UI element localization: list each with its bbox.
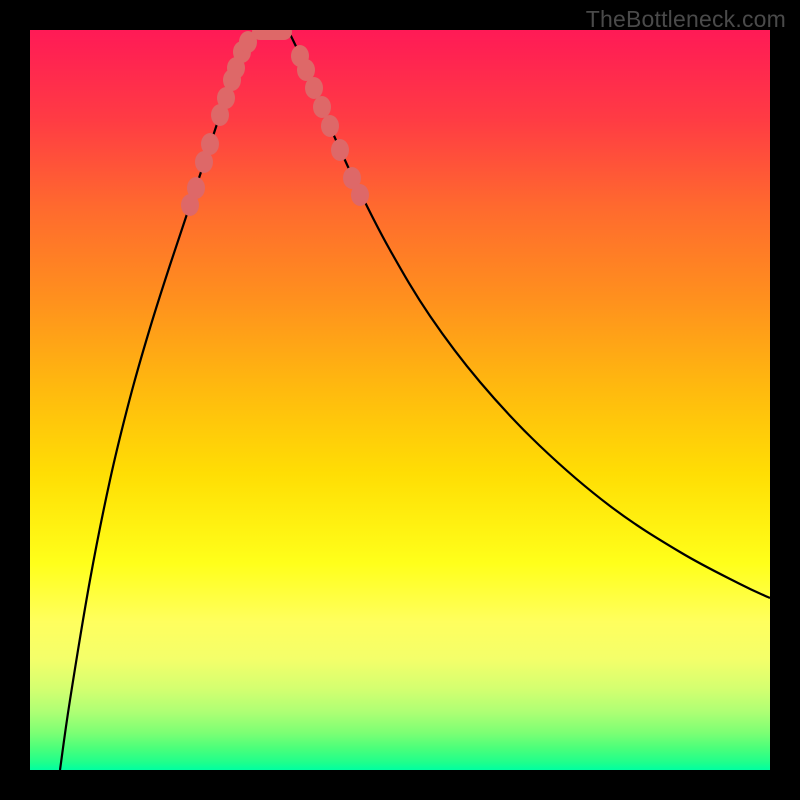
left-curve [60,30,258,770]
markers-right-group [291,45,369,206]
right-curve [288,30,770,598]
plot-area [30,30,770,770]
marker-right [305,77,323,99]
watermark-text: TheBottleneck.com [586,6,786,33]
chart-frame: TheBottleneck.com [0,0,800,800]
curve-layer [30,30,770,770]
bottom-cap [252,30,292,40]
marker-right [351,184,369,206]
marker-right [321,115,339,137]
marker-right [331,139,349,161]
marker-left [201,133,219,155]
marker-right [313,96,331,118]
markers-left-group [181,31,257,216]
marker-left [187,177,205,199]
